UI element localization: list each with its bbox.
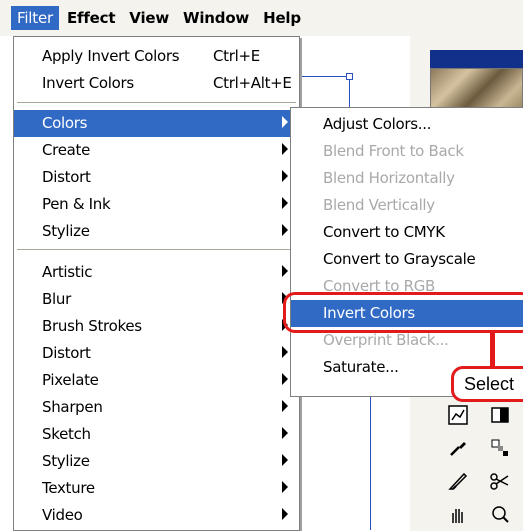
callout-connector <box>490 333 495 367</box>
menu-item-pixelate[interactable]: Pixelate <box>14 367 299 394</box>
menu-item-blur[interactable]: Blur <box>14 286 299 313</box>
hand-tool-icon[interactable] <box>445 501 471 527</box>
menu-item-texture[interactable]: Texture <box>14 475 299 502</box>
menu-filter[interactable]: Filter <box>11 6 59 30</box>
menu-item-label: Texture <box>42 479 95 497</box>
menu-item-brush-strokes[interactable]: Brush Strokes <box>14 313 299 340</box>
submenu-arrow-icon <box>282 508 288 520</box>
blend-tool-icon[interactable] <box>487 435 513 461</box>
submenu-item-label: Convert to Grayscale <box>323 250 476 268</box>
menu-item-label: Apply Invert Colors <box>42 47 180 65</box>
menu-window[interactable]: Window <box>177 6 255 30</box>
menu-item-label: Stylize <box>42 452 90 470</box>
menu-item-label: Video <box>42 506 83 524</box>
menu-item-distort[interactable]: Distort <box>14 164 299 191</box>
menu-item-label: Sharpen <box>42 398 103 416</box>
knife-tool-icon[interactable] <box>445 468 471 494</box>
menu-item-label: Brush Strokes <box>42 317 142 335</box>
fill-swatch-icon[interactable] <box>487 402 513 428</box>
menu-item-label: Pen & Ink <box>42 195 111 213</box>
submenu-item-convert-to-cmyk[interactable]: Convert to CMYK <box>291 219 523 246</box>
menu-item-label: Artistic <box>42 263 93 281</box>
submenu-arrow-icon <box>282 400 288 412</box>
menu-item-label: Invert Colors <box>42 74 134 92</box>
menu-item-create[interactable]: Create <box>14 137 299 164</box>
menu-separator <box>17 102 296 104</box>
shortcut-label: Ctrl+Alt+E <box>213 74 292 92</box>
selection-path-vertical <box>349 79 350 109</box>
menu-item-label: Blur <box>42 290 71 308</box>
submenu-item-label: Blend Vertically <box>323 196 435 214</box>
menu-item-label: Distort <box>42 344 91 362</box>
shortcut-label: Ctrl+E <box>213 47 260 65</box>
submenu-item-adjust-colors[interactable]: Adjust Colors... <box>291 111 523 138</box>
menu-item-label: Sketch <box>42 425 91 443</box>
menu-item-colors[interactable]: Colors <box>14 110 299 137</box>
submenu-arrow-icon <box>282 224 288 236</box>
submenu-item-label: Blend Front to Back <box>323 142 464 160</box>
menu-item-label: Create <box>42 141 91 159</box>
navigator-thumbnail[interactable] <box>430 68 523 110</box>
submenu-arrow-icon <box>282 143 288 155</box>
submenu-item-label: Adjust Colors... <box>323 115 432 133</box>
artboard-guide <box>370 390 371 530</box>
menu-item-label: Colors <box>42 114 88 132</box>
menu-bar: Filter Effect View Window Help <box>0 0 523 36</box>
menu-item-label: Distort <box>42 168 91 186</box>
menu-item-pen-and-ink[interactable]: Pen & Ink <box>14 191 299 218</box>
submenu-arrow-icon <box>282 427 288 439</box>
menu-item-artistic[interactable]: Artistic <box>14 259 299 286</box>
submenu-arrow-icon <box>282 116 288 128</box>
toolbox <box>430 398 523 531</box>
menu-item-distort-2[interactable]: Distort <box>14 340 299 367</box>
submenu-arrow-icon <box>282 481 288 493</box>
submenu-item-convert-to-grayscale[interactable]: Convert to Grayscale <box>291 246 523 273</box>
graph-tool-icon[interactable] <box>445 402 471 428</box>
scissors-icon[interactable] <box>487 468 513 494</box>
navigator-titlebar <box>430 50 523 68</box>
menu-item-sharpen[interactable]: Sharpen <box>14 394 299 421</box>
submenu-arrow-icon <box>282 170 288 182</box>
menu-item-invert-colors[interactable]: Invert Colors Ctrl+Alt+E <box>14 70 299 97</box>
submenu-item-label: Convert to CMYK <box>323 223 445 241</box>
menu-item-stylize[interactable]: Stylize <box>14 218 299 245</box>
submenu-arrow-icon <box>282 265 288 277</box>
callout-highlight-frame <box>283 292 523 333</box>
colors-submenu: Adjust Colors... Blend Front to Back Ble… <box>290 107 523 397</box>
filter-menu: Apply Invert Colors Ctrl+E Invert Colors… <box>13 36 300 531</box>
submenu-item-blend-front-to-back: Blend Front to Back <box>291 138 523 165</box>
menu-item-sketch[interactable]: Sketch <box>14 421 299 448</box>
submenu-item-label: Blend Horizontally <box>323 169 455 187</box>
zoom-tool-icon[interactable] <box>487 501 513 527</box>
submenu-item-blend-vertically: Blend Vertically <box>291 192 523 219</box>
menu-separator <box>17 249 296 251</box>
submenu-arrow-icon <box>282 373 288 385</box>
submenu-arrow-icon <box>282 454 288 466</box>
menu-view[interactable]: View <box>123 6 175 30</box>
callout-label: Select <box>451 366 523 402</box>
submenu-item-blend-horizontally: Blend Horizontally <box>291 165 523 192</box>
submenu-item-label: Saturate... <box>323 358 399 376</box>
menu-effect[interactable]: Effect <box>61 6 121 30</box>
eyedropper-icon[interactable] <box>445 435 471 461</box>
menu-item-video[interactable]: Video <box>14 502 299 529</box>
menu-help[interactable]: Help <box>257 6 307 30</box>
submenu-item-label: Overprint Black... <box>323 331 449 349</box>
menu-item-label: Stylize <box>42 222 90 240</box>
menu-item-label: Pixelate <box>42 371 99 389</box>
submenu-arrow-icon <box>282 346 288 358</box>
submenu-arrow-icon <box>282 197 288 209</box>
menu-item-stylize-2[interactable]: Stylize <box>14 448 299 475</box>
menu-item-apply-invert-colors[interactable]: Apply Invert Colors Ctrl+E <box>14 43 299 70</box>
